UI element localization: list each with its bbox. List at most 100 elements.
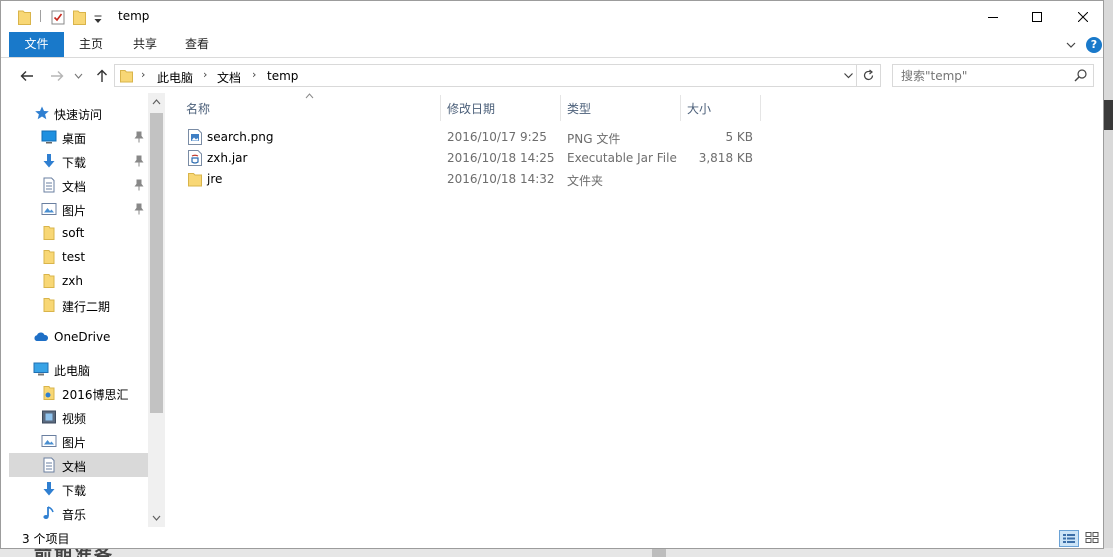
column-header-label: 修改日期 (447, 102, 496, 116)
recent-locations-button[interactable] (72, 67, 84, 85)
sidebar-item-quick-access[interactable]: 快速访问 (9, 101, 148, 125)
desktop-icon (41, 130, 57, 144)
breadcrumb-documents[interactable]: 文档 (217, 69, 241, 86)
sidebar-item-pictures-pc[interactable]: 图片 (9, 429, 148, 453)
address-bar[interactable]: › 此电脑 › 文档 › temp (114, 64, 857, 87)
column-header-modified[interactable]: 修改日期 (441, 93, 559, 121)
folder-icon (43, 298, 55, 312)
sidebar-item-this-pc[interactable]: 此电脑 (9, 357, 148, 381)
new-folder-icon[interactable] (73, 8, 86, 26)
document-icon (43, 177, 55, 193)
address-history-chevron-icon[interactable] (843, 70, 854, 81)
scrollbar-thumb[interactable] (150, 113, 163, 413)
details-view-button[interactable] (1059, 530, 1079, 547)
window-title: temp (118, 9, 150, 23)
nav-pane-scrollbar[interactable] (148, 93, 165, 527)
chevron-down-icon (74, 73, 82, 79)
sidebar-item-music[interactable]: 音乐 (9, 501, 148, 525)
quick-access-separator (40, 10, 41, 22)
pin-icon[interactable] (134, 179, 144, 191)
title-bar[interactable]: temp (1, 1, 1103, 32)
star-icon (35, 106, 49, 120)
sidebar-item-ccb-phase2[interactable]: 建行二期 (9, 293, 148, 317)
scroll-down-icon[interactable] (152, 515, 161, 521)
maximize-icon (1032, 11, 1042, 22)
refresh-button[interactable] (857, 64, 881, 87)
maximize-button[interactable] (1014, 1, 1060, 32)
pin-icon[interactable] (134, 155, 144, 167)
column-header-label: 大小 (687, 102, 712, 116)
file-modified: 2016/10/18 14:25 (447, 151, 555, 165)
breadcrumb-temp[interactable]: temp (267, 69, 298, 83)
cloud-icon (34, 332, 49, 341)
breadcrumb-separator-icon[interactable]: › (252, 68, 256, 81)
up-button[interactable] (93, 67, 111, 85)
help-button[interactable]: ? (1086, 37, 1102, 53)
file-modified: 2016/10/18 14:32 (447, 172, 555, 186)
document-icon (43, 457, 55, 473)
sidebar-item-onedrive[interactable]: OneDrive (9, 325, 148, 349)
close-button[interactable] (1060, 1, 1103, 32)
explorer-window: temp 文件 主页 共享 查看 ? › 此电脑 › 文档 › temp 搜索"… (0, 0, 1104, 549)
column-header-name[interactable]: 名称 (169, 93, 439, 121)
pin-icon[interactable] (134, 131, 144, 143)
forward-arrow-icon (51, 71, 64, 81)
tab-file[interactable]: 文件 (9, 32, 64, 57)
scroll-up-icon[interactable] (152, 99, 161, 105)
sidebar-item-desktop[interactable]: 桌面 (9, 125, 148, 149)
video-icon (42, 410, 56, 424)
breadcrumb-separator-icon[interactable]: › (141, 68, 145, 81)
properties-check-icon[interactable] (51, 8, 65, 26)
file-size: 3,818 KB (698, 151, 753, 165)
tab-view[interactable]: 查看 (175, 32, 219, 57)
sidebar-item-documents-pc[interactable]: 文档 (9, 453, 148, 477)
table-row[interactable]: search.png 2016/10/17 9:25 PNG 文件 5 KB (169, 127, 769, 148)
sidebar-item-pictures[interactable]: 图片 (9, 197, 148, 221)
quick-access-folder-icon[interactable] (18, 8, 31, 26)
minimize-icon (988, 16, 998, 18)
breadcrumb-this-pc[interactable]: 此电脑 (157, 69, 193, 86)
search-icon[interactable] (1074, 68, 1088, 82)
sidebar-item-label: test (62, 250, 86, 264)
customize-dropdown-icon[interactable] (94, 11, 102, 29)
sidebar-item-zxh[interactable]: zxh (9, 269, 148, 293)
ribbon-expand-chevron-icon[interactable] (1065, 39, 1077, 51)
sidebar-item-label: OneDrive (54, 330, 111, 344)
sidebar-item-soft[interactable]: soft (9, 221, 148, 245)
folder-icon (43, 250, 55, 264)
sidebar-item-label: 文档 (62, 180, 87, 194)
large-icons-view-icon (1085, 532, 1099, 543)
column-header-label: 名称 (186, 102, 211, 116)
back-arrow-icon (20, 71, 33, 81)
background-scroll-bar (652, 548, 666, 557)
sidebar-item-downloads-pc[interactable]: 下载 (9, 477, 148, 501)
close-icon (1078, 11, 1088, 22)
minimize-button[interactable] (970, 1, 1016, 32)
column-header-type[interactable]: 类型 (561, 93, 679, 121)
sidebar-item-videos[interactable]: 视频 (9, 405, 148, 429)
back-button[interactable] (18, 67, 36, 85)
column-divider[interactable] (760, 95, 761, 121)
ribbon-tabs: 文件 主页 共享 查看 ? (1, 32, 1103, 58)
file-type: Executable Jar File (567, 151, 677, 165)
breadcrumb-separator-icon[interactable]: › (203, 68, 207, 81)
pin-icon[interactable] (134, 203, 144, 215)
sidebar-item-downloads[interactable]: 下载 (9, 149, 148, 173)
large-icons-view-button[interactable] (1083, 530, 1103, 547)
file-name: zxh.jar (207, 151, 248, 165)
file-size: 5 KB (725, 130, 753, 144)
search-input[interactable] (892, 64, 1094, 87)
table-row[interactable]: zxh.jar 2016/10/18 14:25 Executable Jar … (169, 148, 769, 169)
sidebar-item-documents[interactable]: 文档 (9, 173, 148, 197)
table-row[interactable]: jre 2016/10/18 14:32 文件夹 (169, 169, 769, 190)
column-header-size[interactable]: 大小 (681, 93, 759, 121)
picture-icon (41, 435, 57, 447)
sidebar-item-label: 音乐 (62, 508, 87, 522)
tab-share[interactable]: 共享 (123, 32, 167, 57)
sidebar-item-test[interactable]: test (9, 245, 148, 269)
tab-home[interactable]: 主页 (69, 32, 113, 57)
folder-icon (43, 226, 55, 240)
sidebar-item-2016-bosihui[interactable]: 2016博思汇 (9, 381, 148, 405)
file-name: jre (207, 172, 223, 186)
forward-button[interactable] (48, 67, 66, 85)
